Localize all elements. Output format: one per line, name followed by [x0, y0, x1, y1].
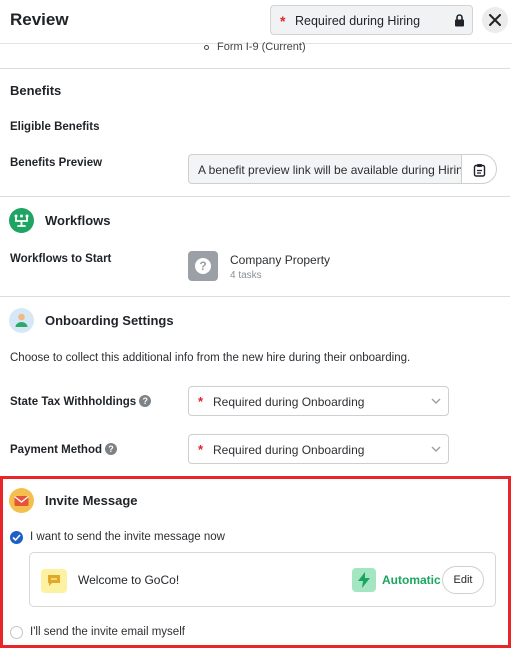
send-now-label[interactable]: I want to send the invite message now: [30, 531, 225, 543]
lightning-icon: [352, 568, 376, 592]
invite-message-card: Welcome to GoCo! Automatic Edit: [29, 552, 496, 607]
lock-icon: [454, 14, 465, 32]
message-icon: [41, 569, 67, 593]
question-icon: ?: [195, 258, 211, 274]
hiring-requirement-pill: * Required during Hiring: [270, 5, 473, 35]
workflow-item-name: Company Property: [230, 253, 331, 267]
close-icon: [489, 14, 501, 26]
benefits-preview-label: Benefits Preview: [10, 157, 103, 169]
workflows-section-title: Workflows: [45, 213, 111, 228]
person-icon: [9, 308, 34, 333]
help-icon[interactable]: ?: [105, 443, 118, 455]
benefits-preview-field[interactable]: A benefit preview link will be available…: [188, 154, 461, 184]
envelope-icon: [9, 488, 34, 513]
bullet-icon: [204, 44, 209, 50]
chevron-down-icon: [431, 446, 441, 452]
eligible-benefits-label: Eligible Benefits: [10, 121, 100, 133]
forms-list-item: Form I-9 (Current): [204, 41, 306, 53]
payment-method-label: Payment Method?: [10, 443, 118, 456]
checkmark-icon: [12, 534, 21, 541]
state-tax-label: State Tax Withholdings?: [10, 395, 152, 408]
invite-message-title: Welcome to GoCo!: [78, 573, 180, 587]
workflow-item-icon: ?: [188, 251, 218, 281]
requirement-label: Required during Hiring: [295, 14, 421, 28]
section-divider: [0, 68, 510, 69]
chevron-down-icon: [431, 398, 441, 404]
required-star: *: [198, 442, 204, 457]
section-divider: [0, 196, 510, 197]
edit-button[interactable]: Edit: [442, 566, 484, 594]
review-header: Review * Required during Hiring: [0, 0, 512, 44]
close-button[interactable]: [482, 7, 508, 33]
section-divider: [0, 296, 510, 297]
clipboard-icon: [473, 164, 486, 177]
onboarding-description: Choose to collect this additional info f…: [10, 352, 411, 364]
state-tax-value: Required during Onboarding: [213, 395, 365, 409]
required-star: *: [280, 13, 286, 29]
payment-method-select[interactable]: * Required during Onboarding: [188, 434, 449, 464]
invite-section-title: Invite Message: [45, 493, 138, 508]
state-tax-select[interactable]: * Required during Onboarding: [188, 386, 449, 416]
help-icon[interactable]: ?: [139, 395, 152, 407]
benefits-section-title: Benefits: [10, 83, 62, 98]
send-now-radio[interactable]: [10, 531, 23, 544]
trigger-label: Automatic: [382, 573, 441, 587]
required-star: *: [198, 394, 204, 409]
benefits-preview-value: A benefit preview link will be available…: [198, 163, 461, 177]
payment-method-value: Required during Onboarding: [213, 443, 365, 457]
copy-link-button[interactable]: [461, 154, 497, 184]
send-myself-label[interactable]: I'll send the invite email myself: [30, 626, 185, 638]
workflows-to-start-label: Workflows to Start: [10, 253, 112, 265]
send-myself-radio[interactable]: [10, 626, 23, 639]
page-title: Review: [10, 10, 69, 29]
workflow-icon: [9, 208, 34, 233]
onboarding-section-title: Onboarding Settings: [45, 313, 174, 328]
workflow-item-tasks: 4 tasks: [230, 270, 262, 281]
